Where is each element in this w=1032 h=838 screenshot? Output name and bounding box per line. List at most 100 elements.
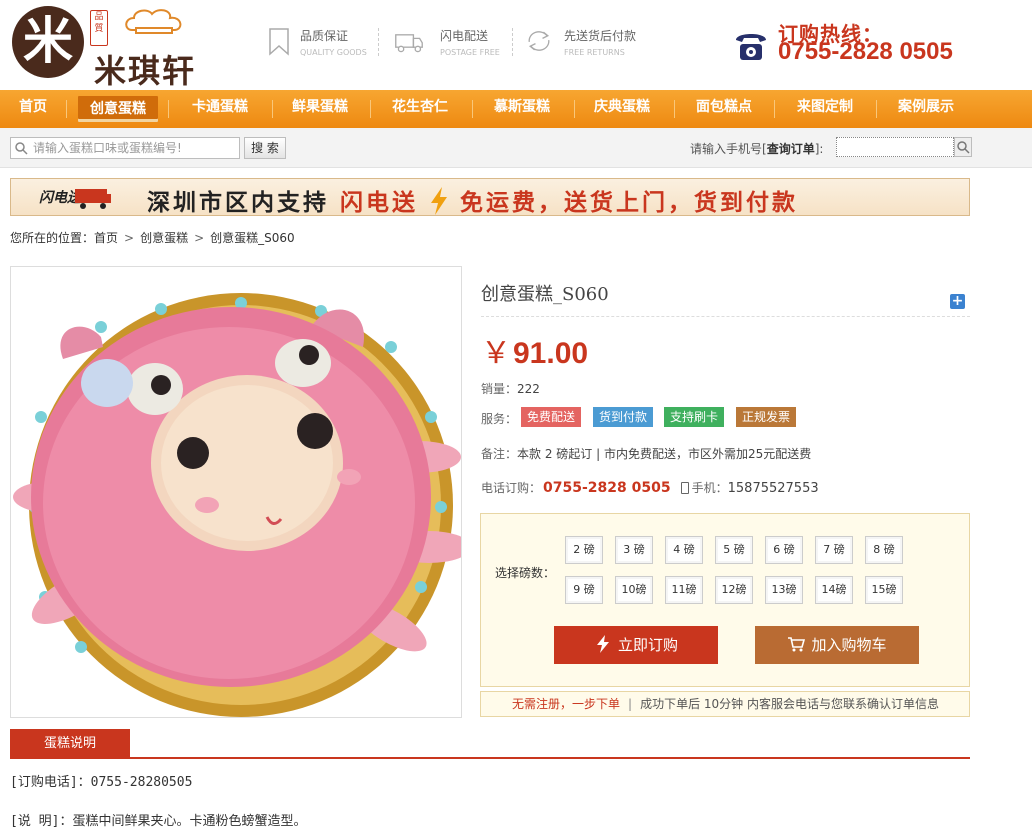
weight-option[interactable]: 12磅 xyxy=(715,576,753,604)
feature-divider xyxy=(378,28,379,56)
logo-seal: 品質 xyxy=(90,10,108,46)
flash-delivery-logo: 闪电送 xyxy=(39,189,111,209)
weight-option[interactable]: 13磅 xyxy=(765,576,803,604)
chef-hat-icon xyxy=(125,9,182,34)
weight-option[interactable]: 6 磅 xyxy=(765,536,803,564)
header: 米 品質 米琪轩 品质保证 QUALITY GOODS 闪电配送 POSTAGE… xyxy=(0,0,1032,90)
banner-text-red: 免运费，送货上门，货到付款 xyxy=(460,190,799,216)
weight-option[interactable]: 5 磅 xyxy=(715,536,753,564)
search-input[interactable]: 请输入蛋糕口味或蛋糕编号! xyxy=(10,137,240,159)
feature-title: 品质保证 xyxy=(300,29,349,43)
nav-item-mousse-cake[interactable]: 慕斯蛋糕 xyxy=(482,90,562,128)
weight-option[interactable]: 10磅 xyxy=(615,576,653,604)
note-text: 本款 2 磅起订 | 市内免费配送，市区外需加25元配送费 xyxy=(517,447,812,461)
order-note-text: 成功下单后 10分钟 内客服会电话与您联系确认订单信息 xyxy=(640,697,939,711)
phone-row: 电话订购： 0755-2828 0505 手机：15875527553 xyxy=(481,479,819,496)
weight-option[interactable]: 11磅 xyxy=(665,576,703,604)
service-badge-invoice: 正规发票 xyxy=(736,407,797,427)
promo-banner[interactable]: 闪电送 深圳市区内支持 闪电送 免运费，送货上门，货到付款 xyxy=(10,178,970,216)
order-note-separator: | xyxy=(628,697,633,711)
note-row: 备注：本款 2 磅起订 | 市内免费配送，市区外需加25元配送费 xyxy=(481,445,811,462)
nav-divider xyxy=(272,100,273,118)
order-panel: 选择磅数： 2 磅 3 磅 4 磅 5 磅 6 磅 7 磅 8 磅 9 磅 10… xyxy=(480,513,970,687)
nav-item-peanut-almond[interactable]: 花生杏仁 xyxy=(380,90,460,128)
nav-item-home[interactable]: 首页 xyxy=(8,90,58,128)
weight-option[interactable]: 2 磅 xyxy=(565,536,603,564)
nav-item-creative-cake[interactable]: 创意蛋糕 xyxy=(78,96,158,122)
add-to-cart-label: 加入购物车 xyxy=(811,636,887,654)
weight-option[interactable]: 14磅 xyxy=(815,576,853,604)
mobile-phone-icon xyxy=(680,482,689,494)
service-label: 服务： xyxy=(481,412,518,426)
weight-option[interactable]: 8 磅 xyxy=(865,536,903,564)
feature-title: 闪电配送 xyxy=(440,29,489,43)
weight-option[interactable]: 3 磅 xyxy=(615,536,653,564)
service-badge-card: 支持刷卡 xyxy=(664,407,725,427)
nav-divider xyxy=(876,100,877,118)
order-query-label-suffix: ]: xyxy=(814,142,824,156)
site-logo[interactable]: 米 品質 米琪轩 xyxy=(12,6,212,90)
buy-now-button[interactable]: 立即订购 xyxy=(554,626,718,664)
service-badge-free-delivery: 免费配送 xyxy=(521,407,582,427)
return-icon xyxy=(528,31,550,51)
banner-text-red: 闪电送 xyxy=(340,190,419,216)
search-icon xyxy=(15,142,28,155)
truck-icon xyxy=(395,34,423,53)
telephone-icon xyxy=(736,34,766,60)
sales-value: 222 xyxy=(517,382,540,396)
nav-item-fruit-cake[interactable]: 鲜果蛋糕 xyxy=(280,90,360,128)
nav-item-custom-order[interactable]: 来图定制 xyxy=(784,90,866,128)
order-note-highlight: 无需注册，一步下单 xyxy=(512,697,621,711)
lightning-icon xyxy=(596,635,609,653)
feature-subtitle: FREE RETURNS xyxy=(564,48,625,57)
mobile-value: 15875527553 xyxy=(727,481,819,496)
nav-divider xyxy=(370,100,371,118)
weight-option[interactable]: 15磅 xyxy=(865,576,903,604)
cart-icon xyxy=(788,637,806,652)
weight-option[interactable]: 4 磅 xyxy=(665,536,703,564)
note-label: 备注： xyxy=(481,447,518,461)
nav-item-showcase[interactable]: 案例展示 xyxy=(886,90,966,128)
breadcrumb-separator: > xyxy=(124,231,135,245)
add-to-cart-button[interactable]: 加入购物车 xyxy=(755,626,919,664)
product-image[interactable] xyxy=(10,266,462,718)
order-query-label-prefix: 请输入手机号[ xyxy=(690,142,767,156)
buy-now-label: 立即订购 xyxy=(617,636,678,654)
feature-title: 先送货后付款 xyxy=(564,29,637,43)
nav-divider xyxy=(774,100,775,118)
feature-subtitle: QUALITY GOODS xyxy=(300,48,367,57)
detail-tabs: 蛋糕说明 xyxy=(10,729,970,759)
breadcrumb-item-current[interactable]: 创意蛋糕_S060 xyxy=(210,229,295,246)
nav-divider xyxy=(472,100,473,118)
banner-text: 深圳市区内支持 闪电送 免运费，送货上门，货到付款 xyxy=(147,183,798,217)
phone-value: 0755-2828 0505 xyxy=(543,480,671,496)
weight-label: 选择磅数： xyxy=(495,566,556,580)
cake-photo xyxy=(13,293,461,717)
feature-divider xyxy=(512,28,513,56)
order-phone-input[interactable] xyxy=(836,137,954,157)
breadcrumb-item-category[interactable]: 创意蛋糕 xyxy=(140,229,188,246)
nav-divider xyxy=(674,100,675,118)
order-query-button[interactable] xyxy=(954,137,972,157)
sales-label: 销量： xyxy=(481,382,518,396)
tab-cake-description[interactable]: 蛋糕说明 xyxy=(10,729,130,759)
banner-text-black: 深圳市区内支持 xyxy=(147,190,329,216)
weight-option[interactable]: 7 磅 xyxy=(815,536,853,564)
search-bar: 请输入蛋糕口味或蛋糕编号! 搜 索 请输入手机号[查询订单]: xyxy=(0,128,1032,168)
search-button[interactable]: 搜 索 xyxy=(244,137,286,159)
breadcrumb-item-home[interactable]: 首页 xyxy=(94,229,118,246)
title-divider xyxy=(481,316,970,317)
nav-item-cartoon-cake[interactable]: 卡通蛋糕 xyxy=(178,90,262,128)
product-price: ￥91.00 xyxy=(481,328,588,372)
breadcrumb-label: 您所在的位置： xyxy=(10,231,95,245)
service-badge-cod: 货到付款 xyxy=(593,407,654,427)
logo-mark: 米 xyxy=(12,6,84,78)
phone-label: 电话订购： xyxy=(481,481,542,495)
nav-divider xyxy=(66,100,67,118)
weight-option[interactable]: 9 磅 xyxy=(565,576,603,604)
nav-item-bread-pastry[interactable]: 面包糕点 xyxy=(684,90,764,128)
share-icon[interactable]: + xyxy=(950,294,965,309)
order-info-note: 无需注册，一步下单 | 成功下单后 10分钟 内客服会电话与您联系确认订单信息 xyxy=(480,691,970,717)
nav-divider xyxy=(574,100,575,118)
nav-item-celebration-cake[interactable]: 庆典蛋糕 xyxy=(582,90,662,128)
